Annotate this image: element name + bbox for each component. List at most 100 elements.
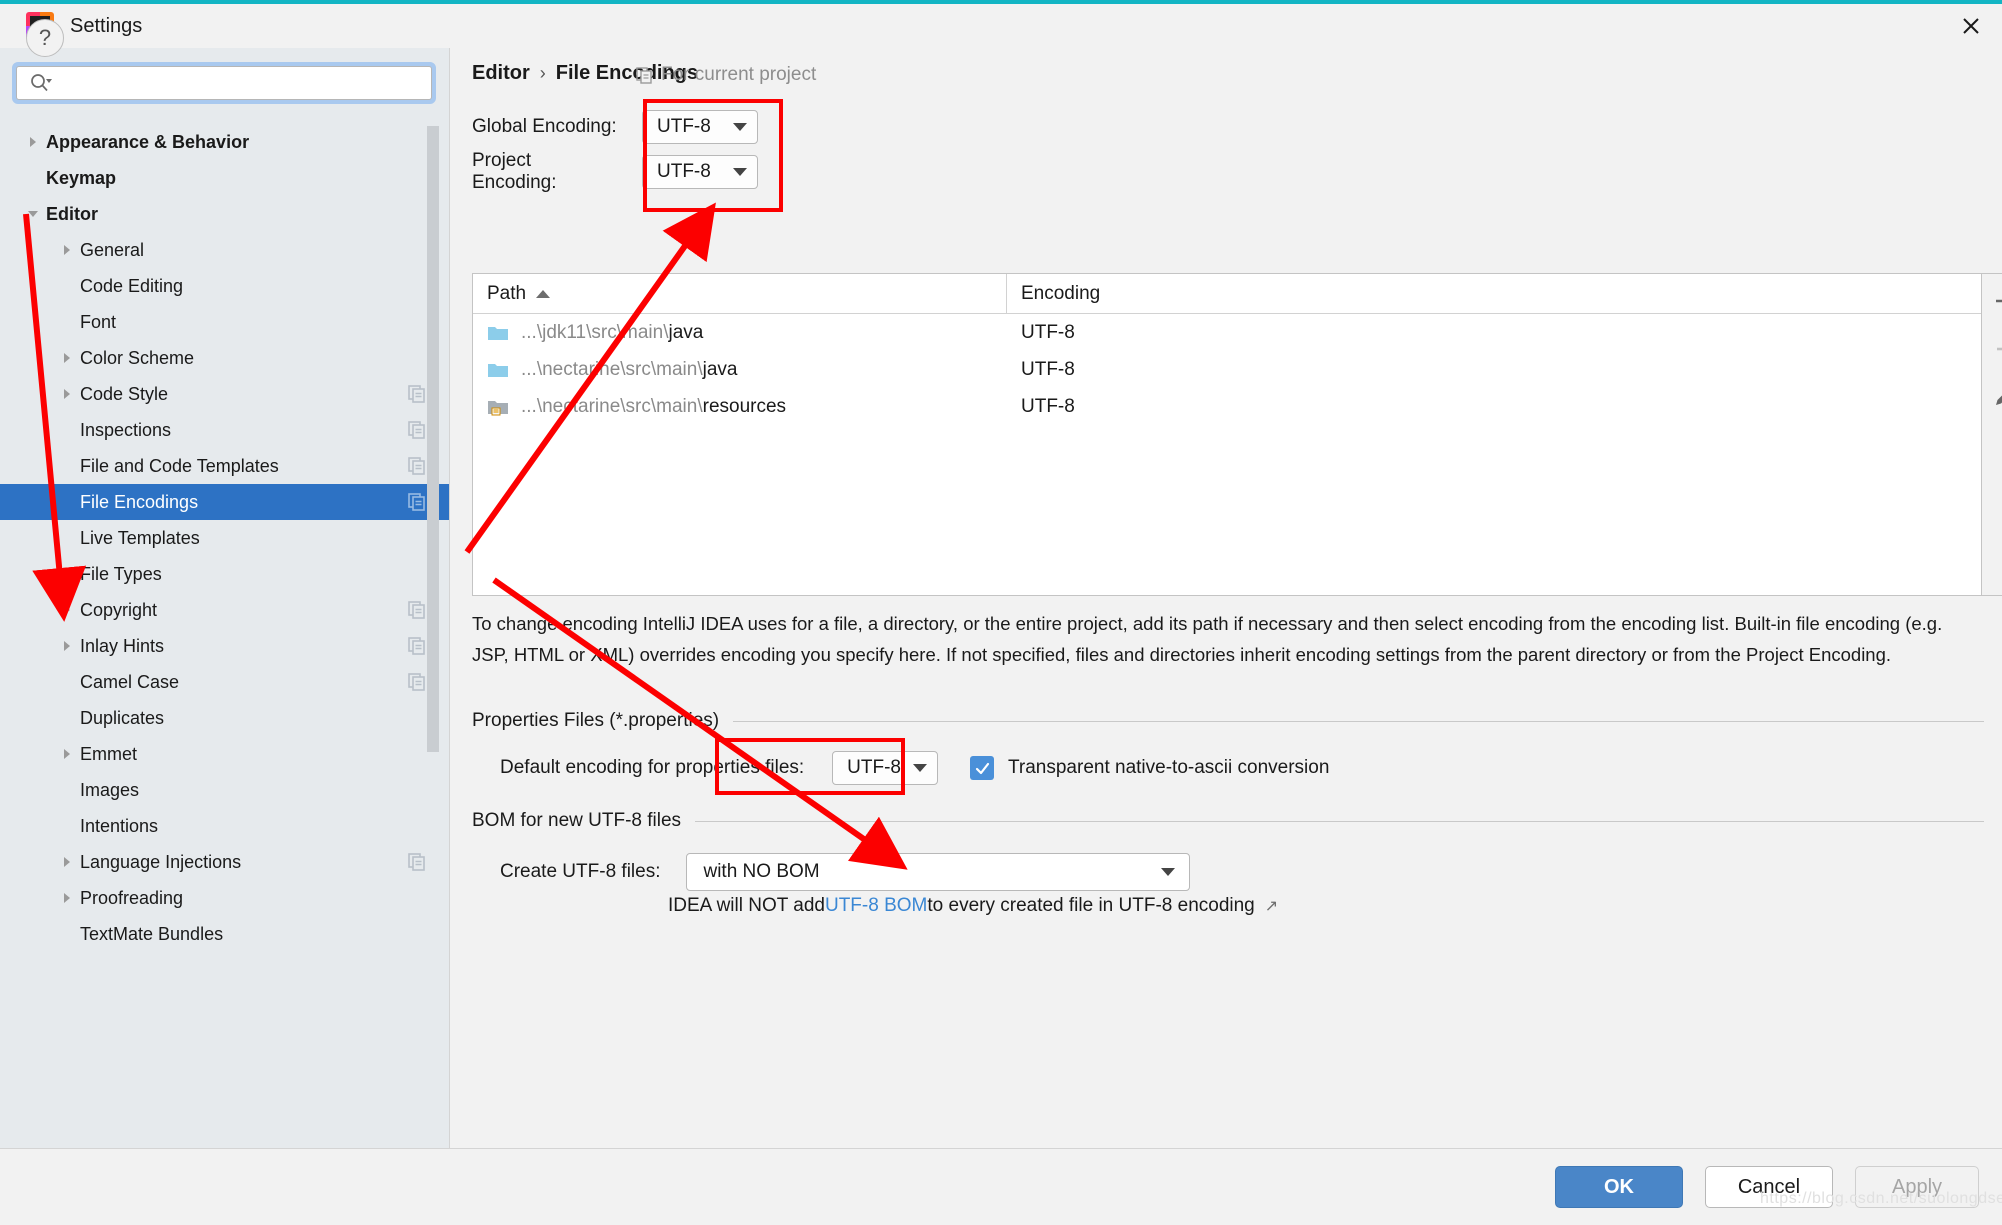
close-button[interactable] xyxy=(1940,4,2002,48)
project-encoding-dropdown[interactable]: UTF-8 xyxy=(642,155,758,189)
column-header-encoding[interactable]: Encoding xyxy=(1007,274,1981,313)
sidebar-scrollbar-thumb[interactable] xyxy=(427,126,439,752)
create-utf8-dropdown[interactable]: with NO BOM xyxy=(686,853,1191,891)
tree-expander xyxy=(54,448,80,484)
folder-icon-source xyxy=(488,326,508,340)
properties-encoding-label: Default encoding for properties files: xyxy=(500,757,805,778)
sidebar-item-language-injections[interactable]: Language Injections xyxy=(0,844,450,880)
sidebar-item-emmet[interactable]: Emmet xyxy=(0,736,450,772)
global-encoding-dropdown[interactable]: UTF-8 xyxy=(642,110,758,144)
table-cell-path: ...\jdk11\src\main\java xyxy=(473,322,1007,344)
sidebar-item-font[interactable]: Font xyxy=(0,304,450,340)
sidebar-item-file-encodings[interactable]: File Encodings xyxy=(0,484,450,520)
tree-expander[interactable] xyxy=(54,592,80,628)
add-path-button[interactable] xyxy=(1983,280,2002,322)
path-prefix: ...\nectarine\src\main\ xyxy=(521,358,703,380)
section-divider xyxy=(695,820,1984,822)
table-cell-encoding[interactable]: UTF-8 xyxy=(1007,359,1981,381)
sidebar-item-color-scheme[interactable]: Color Scheme xyxy=(0,340,450,376)
sidebar-item-camel-case[interactable]: Camel Case xyxy=(0,664,450,700)
sidebar-item-inspections[interactable]: Inspections xyxy=(0,412,450,448)
tree-expander[interactable] xyxy=(54,340,80,376)
project-encoding-value: UTF-8 xyxy=(657,161,711,182)
chevron-right-icon xyxy=(64,389,70,399)
table-cell-encoding[interactable]: UTF-8 xyxy=(1007,322,1981,344)
copy-icon xyxy=(408,853,425,871)
ok-button[interactable]: OK xyxy=(1555,1166,1683,1208)
sidebar-item-intentions[interactable]: Intentions xyxy=(0,808,450,844)
sidebar-item-label: Camel Case xyxy=(80,671,180,692)
chevron-right-icon xyxy=(64,749,70,759)
utf8-bom-link[interactable]: UTF-8 BOM xyxy=(825,895,927,917)
tree-expander xyxy=(54,304,80,340)
tree-expander xyxy=(54,664,80,700)
question-mark-icon: ? xyxy=(38,25,52,50)
sidebar-item-duplicates[interactable]: Duplicates xyxy=(0,700,450,736)
tree-expander[interactable] xyxy=(54,628,80,664)
remove-path-button xyxy=(1983,328,2002,370)
sidebar-item-label: File Encodings xyxy=(80,491,199,512)
tree-expander[interactable] xyxy=(54,232,80,268)
checkmark-icon xyxy=(975,762,989,774)
sidebar-item-live-templates[interactable]: Live Templates xyxy=(0,520,450,556)
table-row[interactable]: ...\nectarine\src\main\resources UTF-8 xyxy=(473,388,1981,425)
search-field-wrapper xyxy=(12,62,436,104)
sidebar-item-inlay-hints[interactable]: Inlay Hints xyxy=(0,628,450,664)
edit-path-button[interactable] xyxy=(1983,376,2002,418)
sidebar-item-code-style[interactable]: Code Style xyxy=(0,376,450,412)
create-utf8-row: Create UTF-8 files: with NO BOM xyxy=(500,853,1191,891)
bom-hint: IDEA will NOT add UTF-8 BOM to every cre… xyxy=(668,895,1278,917)
table-cell-path: ...\nectarine\src\main\java xyxy=(473,359,1007,381)
transparent-conversion-label[interactable]: Transparent native-to-ascii conversion xyxy=(1008,757,1329,779)
tree-expander[interactable] xyxy=(54,880,80,916)
sidebar-item-appearance-behavior[interactable]: Appearance & Behavior xyxy=(0,124,450,160)
sidebar-item-label: Live Templates xyxy=(80,527,200,548)
sidebar-item-images[interactable]: Images xyxy=(0,772,450,808)
sidebar-item-copyright[interactable]: Copyright xyxy=(0,592,450,628)
help-button[interactable]: ? xyxy=(26,19,64,57)
external-link-icon: ↗ xyxy=(1264,898,1279,915)
watermark: https://blog.csdn.net/suolongdse xyxy=(1760,1190,2002,1207)
transparent-conversion-checkbox[interactable] xyxy=(970,756,994,780)
sidebar-item-label: Inlay Hints xyxy=(80,635,165,656)
sidebar-item-label: File Types xyxy=(80,563,162,584)
sidebar-item-label: TextMate Bundles xyxy=(80,923,224,944)
sidebar-item-general[interactable]: General xyxy=(0,232,450,268)
properties-encoding-dropdown[interactable]: UTF-8 xyxy=(832,751,938,785)
sidebar-item-file-and-code-templates[interactable]: File and Code Templates xyxy=(0,448,450,484)
sidebar-item-proofreading[interactable]: Proofreading xyxy=(0,880,450,916)
sidebar-item-editor[interactable]: Editor xyxy=(0,196,450,232)
search-input[interactable] xyxy=(53,67,431,99)
create-utf8-label: Create UTF-8 files: xyxy=(500,861,661,882)
breadcrumb-parent[interactable]: Editor xyxy=(472,62,530,85)
breadcrumb-separator: › xyxy=(539,63,546,83)
pencil-icon xyxy=(1996,395,2002,405)
sidebar-item-label: Keymap xyxy=(46,167,117,188)
tree-expander[interactable] xyxy=(54,376,80,412)
copy-icon xyxy=(408,637,425,655)
table-cell-path-text: ...\jdk11\src\main\java xyxy=(521,322,703,344)
column-header-path[interactable]: Path xyxy=(473,274,1007,313)
table-cell-encoding[interactable]: UTF-8 xyxy=(1007,396,1981,418)
tree-expander[interactable] xyxy=(54,736,80,772)
path-name: resources xyxy=(702,395,787,417)
tree-expander[interactable] xyxy=(20,196,46,232)
path-name: java xyxy=(702,358,738,380)
settings-tree: Appearance & Behavior Keymap Editor General… xyxy=(0,124,450,1148)
table-row[interactable]: ...\jdk11\src\main\java UTF-8 xyxy=(473,314,1981,351)
tree-expander[interactable] xyxy=(54,844,80,880)
chevron-down-icon xyxy=(28,211,38,217)
table-cell-path-text: ...\nectarine\src\main\java xyxy=(521,359,737,381)
copy-icon xyxy=(408,673,425,691)
tree-expander[interactable] xyxy=(20,124,46,160)
sidebar-item-textmate-bundles[interactable]: TextMate Bundles xyxy=(0,916,450,952)
copy-icon xyxy=(636,66,652,84)
table-row[interactable]: ...\nectarine\src\main\java UTF-8 xyxy=(473,351,1981,388)
sidebar-item-code-editing[interactable]: Code Editing xyxy=(0,268,450,304)
path-prefix: ...\nectarine\src\main\ xyxy=(521,395,703,417)
sidebar-item-keymap[interactable]: Keymap xyxy=(0,160,450,196)
column-header-path-label: Path xyxy=(487,282,527,304)
sidebar-item-file-types[interactable]: File Types xyxy=(0,556,450,592)
tree-expander xyxy=(54,520,80,556)
column-header-encoding-label: Encoding xyxy=(1021,282,1101,304)
